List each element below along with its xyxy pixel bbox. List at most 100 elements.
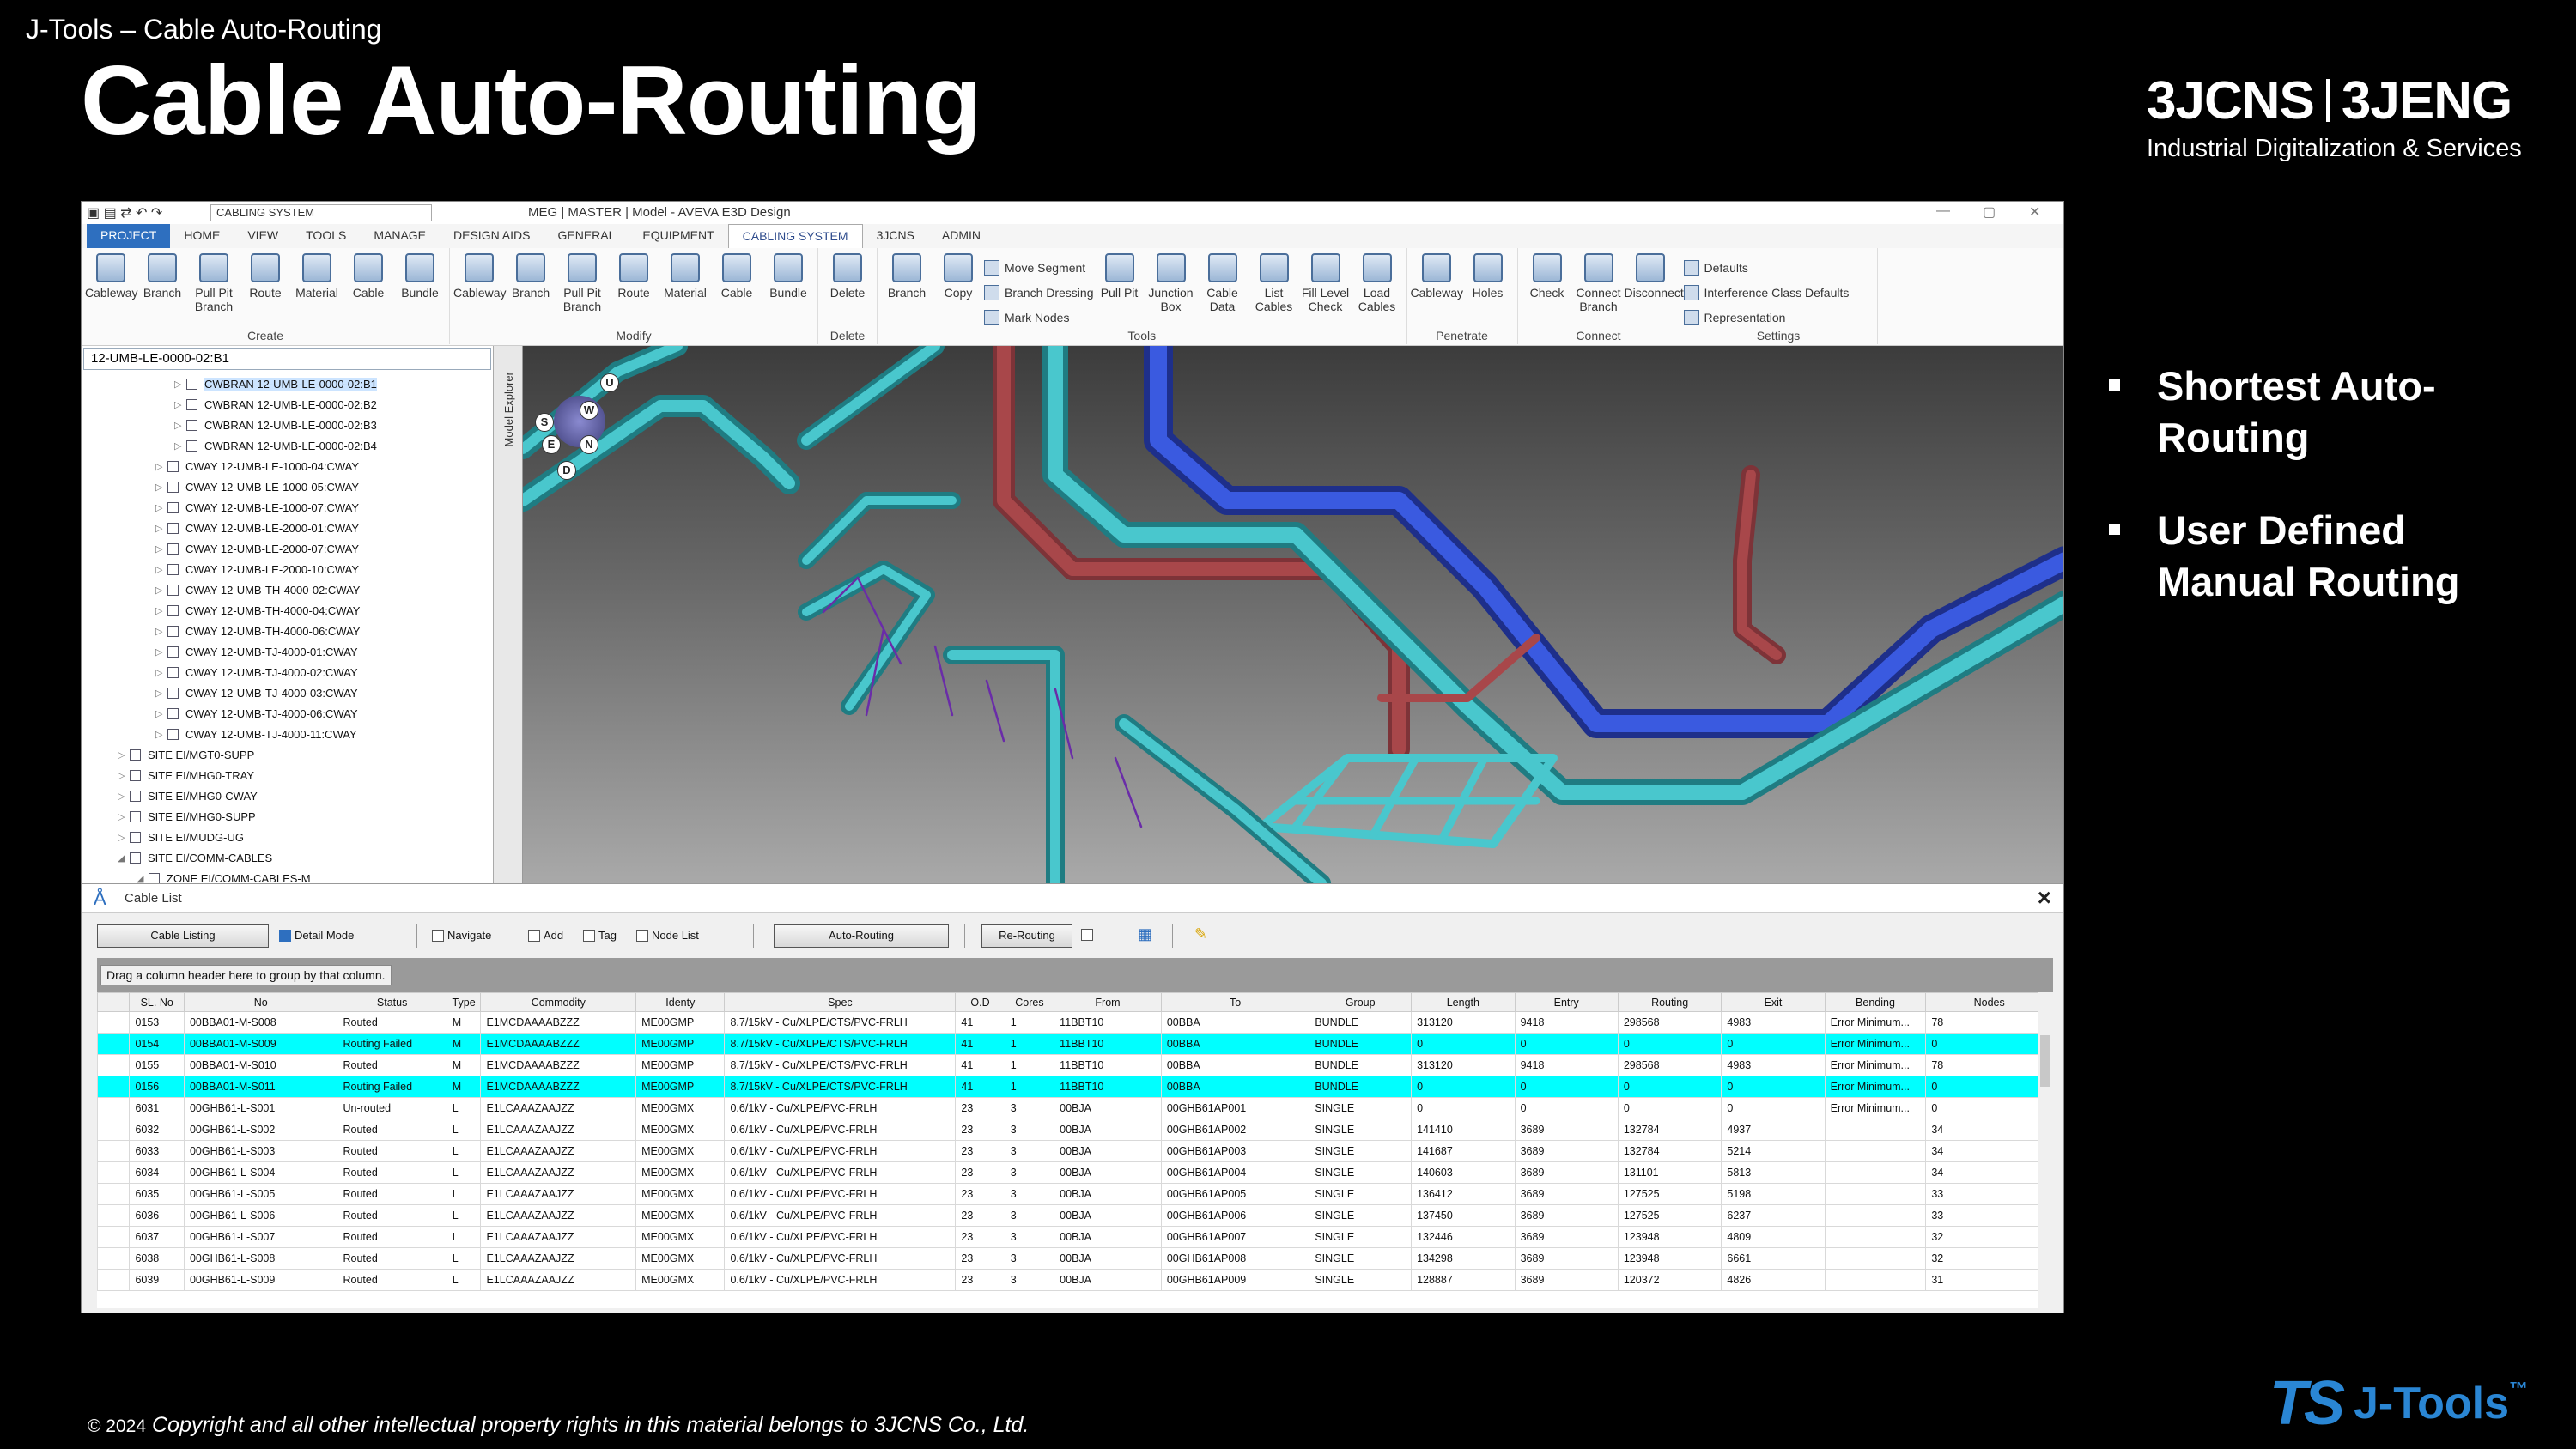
tree-item[interactable]: ▷ CWBRAN 12-UMB-LE-0000-02:B3 <box>82 415 493 435</box>
mark-nodes-button[interactable]: Mark Nodes <box>984 305 1094 330</box>
navigate-checkbox[interactable]: Navigate <box>432 929 491 942</box>
create-material-button[interactable]: Material <box>291 253 343 313</box>
tab-tools[interactable]: TOOLS <box>292 224 360 248</box>
tag-checkbox[interactable]: Tag <box>583 929 617 942</box>
modify-bundle-button[interactable]: Bundle <box>762 253 814 313</box>
tree-item[interactable]: ▷ CWAY 12-UMB-LE-1000-07:CWAY <box>82 497 493 518</box>
tab-admin[interactable]: ADMIN <box>928 224 994 248</box>
expand-arrow-icon[interactable]: ▷ <box>155 605 167 616</box>
column-header-nodes[interactable]: Nodes <box>1925 992 2053 1012</box>
column-header-type[interactable]: Type <box>446 992 482 1012</box>
expand-arrow-icon[interactable]: ▷ <box>155 564 167 575</box>
expand-arrow-icon[interactable]: ◢ <box>118 852 130 864</box>
expand-arrow-icon[interactable]: ◢ <box>137 873 149 884</box>
re-routing-button[interactable]: Re-Routing <box>981 924 1072 948</box>
modify-cableway-button[interactable]: Cableway <box>453 253 506 313</box>
tree-item[interactable]: ▷ SITE EI/MHG0-SUPP <box>82 806 493 827</box>
explorer-side-tab[interactable]: Model Explorer <box>494 346 523 883</box>
row-indicator[interactable] <box>97 1226 131 1248</box>
create-bundle-button[interactable]: Bundle <box>394 253 446 313</box>
tab-cabling-system[interactable]: CABLING SYSTEM <box>727 224 863 248</box>
tree-item[interactable]: ▷ CWAY 12-UMB-TJ-4000-01:CWAY <box>82 641 493 662</box>
column-header-cores[interactable]: Cores <box>1004 992 1055 1012</box>
table-row[interactable]: 0155 00BBA01-M-S010 Routed M E1MCDAAAABZZZ ME… <box>97 1054 2053 1076</box>
defaults-button[interactable]: Defaults <box>1683 255 1874 280</box>
expand-arrow-icon[interactable]: ▷ <box>174 379 186 390</box>
node-list-checkbox[interactable]: Node List <box>636 929 699 942</box>
column-header-o-d[interactable]: O.D <box>955 992 1005 1012</box>
expand-arrow-icon[interactable]: ▷ <box>174 420 186 431</box>
table-row[interactable]: 6035 00GHB61-L-S005 Routed L E1LCAAAZAAJZZ ME… <box>97 1183 2053 1205</box>
interference-class-defaults-button[interactable]: Interference Class Defaults <box>1683 280 1874 305</box>
tree-item[interactable]: ▷ CWAY 12-UMB-TJ-4000-06:CWAY <box>82 703 493 724</box>
row-indicator[interactable] <box>97 1076 131 1098</box>
tree-item[interactable]: ▷ CWAY 12-UMB-TJ-4000-02:CWAY <box>82 662 493 682</box>
table-row[interactable]: 6031 00GHB61-L-S001 Un-routed L E1LCAAAZAAJZ… <box>97 1097 2053 1119</box>
tab-3jcns[interactable]: 3JCNS <box>863 224 928 248</box>
expand-arrow-icon[interactable]: ▷ <box>155 585 167 596</box>
row-indicator[interactable] <box>97 1140 131 1162</box>
table-row[interactable]: 6033 00GHB61-L-S003 Routed L E1LCAAAZAAJZZ ME… <box>97 1140 2053 1162</box>
tree-item[interactable]: ▷ CWAY 12-UMB-LE-1000-04:CWAY <box>82 456 493 476</box>
tree-item[interactable]: ▷ CWAY 12-UMB-LE-1000-05:CWAY <box>82 476 493 497</box>
column-header-group[interactable]: Group <box>1309 992 1413 1012</box>
move-segment-button[interactable]: Move Segment <box>984 255 1094 280</box>
compass-d-label[interactable]: D <box>557 461 576 480</box>
grid-scrollbar[interactable] <box>2038 992 2053 1308</box>
tree-item[interactable]: ▷ SITE EI/MUDG-UG <box>82 827 493 847</box>
tree-item[interactable]: ▷ CWBRAN 12-UMB-LE-0000-02:B1 <box>82 373 493 394</box>
create-pull-pit-branch-button[interactable]: Pull Pit Branch <box>188 253 240 313</box>
close-icon[interactable]: × <box>2038 884 2051 912</box>
column-header-spec[interactable]: Spec <box>724 992 957 1012</box>
column-header-exit[interactable]: Exit <box>1721 992 1826 1012</box>
view-compass[interactable]: UW S NED <box>528 370 640 482</box>
tree-item[interactable]: ◢ SITE EI/COMM-CABLES <box>82 847 493 868</box>
compass-s-label[interactable]: S <box>535 413 554 432</box>
expand-arrow-icon[interactable]: ▷ <box>155 543 167 555</box>
table-row[interactable]: 6038 00GHB61-L-S008 Routed L E1LCAAAZAAJZZ ME… <box>97 1247 2053 1270</box>
expand-arrow-icon[interactable]: ▷ <box>118 832 130 843</box>
expand-arrow-icon[interactable]: ▷ <box>155 482 167 493</box>
table-row[interactable]: 6034 00GHB61-L-S004 Routed L E1LCAAAZAAJZZ ME… <box>97 1161 2053 1184</box>
tree-item[interactable]: ▷ SITE EI/MGT0-SUPP <box>82 744 493 765</box>
row-indicator[interactable] <box>97 1247 131 1270</box>
tab-view[interactable]: VIEW <box>234 224 292 248</box>
tree-item[interactable]: ▷ CWAY 12-UMB-TJ-4000-03:CWAY <box>82 682 493 703</box>
tree-item[interactable]: ▷ CWAY 12-UMB-TJ-4000-11:CWAY <box>82 724 493 744</box>
row-indicator[interactable] <box>97 1161 131 1184</box>
column-header-identy[interactable]: Identy <box>635 992 726 1012</box>
tree-item[interactable]: ▷ CWAY 12-UMB-LE-2000-10:CWAY <box>82 559 493 579</box>
tab-general[interactable]: GENERAL <box>544 224 629 248</box>
expand-arrow-icon[interactable]: ▷ <box>155 461 167 472</box>
column-header-no[interactable]: No <box>183 992 338 1012</box>
expand-arrow-icon[interactable]: ▷ <box>155 626 167 637</box>
close-icon[interactable]: ✕ <box>2029 203 2040 221</box>
re-routing-checkbox[interactable] <box>1081 929 1093 941</box>
column-header-to[interactable]: To <box>1160 992 1310 1012</box>
create-route-button[interactable]: Route <box>240 253 291 313</box>
clear-icon[interactable]: ✎ <box>1194 925 1207 943</box>
expand-arrow-icon[interactable]: ▷ <box>155 667 167 678</box>
cable-listing-button[interactable]: Cable Listing <box>97 924 269 948</box>
column-header-from[interactable]: From <box>1054 992 1162 1012</box>
group-by-area[interactable]: Drag a column header here to group by th… <box>97 958 2053 992</box>
expand-arrow-icon[interactable]: ▷ <box>118 749 130 761</box>
column-header-length[interactable]: Length <box>1411 992 1516 1012</box>
compass-e-label[interactable]: E <box>542 435 561 454</box>
modify-material-button[interactable]: Material <box>659 253 711 313</box>
column-header-bending[interactable]: Bending <box>1824 992 1927 1012</box>
row-indicator[interactable] <box>97 1054 131 1076</box>
row-indicator[interactable] <box>97 1011 131 1034</box>
row-indicator[interactable] <box>97 1033 131 1055</box>
modify-route-button[interactable]: Route <box>608 253 659 313</box>
compass-w-label[interactable]: W <box>580 401 598 420</box>
minimize-icon[interactable]: — <box>1936 203 1950 219</box>
tab-home[interactable]: HOME <box>170 224 234 248</box>
row-indicator[interactable] <box>97 1269 131 1291</box>
maximize-icon[interactable]: ▢ <box>1983 203 1996 221</box>
tree-item[interactable]: ▷ CWAY 12-UMB-LE-2000-07:CWAY <box>82 538 493 559</box>
export-icon[interactable]: ▦ <box>1138 925 1152 943</box>
3d-viewport[interactable] <box>523 346 2063 883</box>
quick-access-icons[interactable]: ▣ ▤ ⇄ ↶ ↷ <box>87 204 162 221</box>
table-row[interactable]: 6036 00GHB61-L-S006 Routed L E1LCAAAZAAJZZ ME… <box>97 1204 2053 1227</box>
